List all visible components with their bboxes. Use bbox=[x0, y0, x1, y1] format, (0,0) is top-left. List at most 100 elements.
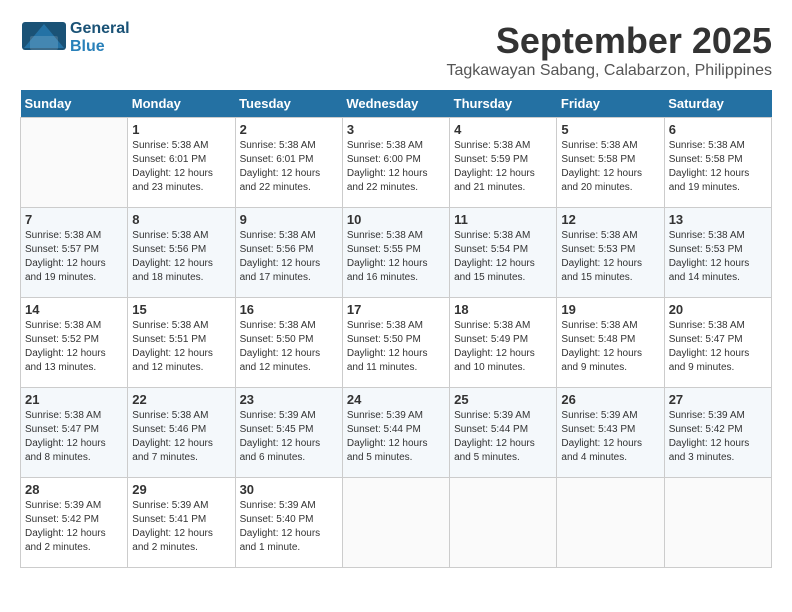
day-info: Sunrise: 5:39 AM Sunset: 5:40 PM Dayligh… bbox=[240, 499, 338, 555]
day-info: Sunrise: 5:39 AM Sunset: 5:42 PM Dayligh… bbox=[669, 409, 767, 465]
day-info: Sunrise: 5:39 AM Sunset: 5:41 PM Dayligh… bbox=[132, 499, 230, 555]
day-info: Sunrise: 5:38 AM Sunset: 5:53 PM Dayligh… bbox=[561, 229, 659, 285]
table-row: 11 Sunrise: 5:38 AM Sunset: 5:54 PM Dayli… bbox=[450, 208, 557, 298]
col-thursday: Thursday bbox=[450, 90, 557, 118]
col-friday: Friday bbox=[557, 90, 664, 118]
day-number: 7 bbox=[25, 212, 123, 227]
table-row: 23 Sunrise: 5:39 AM Sunset: 5:45 PM Dayli… bbox=[235, 388, 342, 478]
calendar-table: Sunday Monday Tuesday Wednesday Thursday… bbox=[20, 90, 772, 568]
table-row: 14Sunrise: 5:38 AM Sunset: 5:52 PM Dayli… bbox=[21, 298, 128, 388]
table-row: 27 Sunrise: 5:39 AM Sunset: 5:42 PM Dayli… bbox=[664, 388, 771, 478]
day-info: Sunrise: 5:38 AM Sunset: 6:01 PM Dayligh… bbox=[132, 139, 230, 195]
table-row bbox=[557, 478, 664, 568]
col-saturday: Saturday bbox=[664, 90, 771, 118]
table-row: 1 Sunrise: 5:38 AM Sunset: 6:01 PM Daylig… bbox=[128, 118, 235, 208]
table-row: 3Sunrise: 5:38 AM Sunset: 6:00 PM Daylig… bbox=[342, 118, 449, 208]
day-info: Sunrise: 5:38 AM Sunset: 5:52 PM Dayligh… bbox=[25, 319, 123, 375]
day-info: Sunrise: 5:38 AM Sunset: 5:56 PM Dayligh… bbox=[240, 229, 338, 285]
day-number: 27 bbox=[669, 392, 767, 407]
col-monday: Monday bbox=[128, 90, 235, 118]
day-info: Sunrise: 5:39 AM Sunset: 5:44 PM Dayligh… bbox=[454, 409, 552, 465]
day-number: 19 bbox=[561, 302, 659, 317]
logo-icon bbox=[20, 20, 68, 56]
table-row: 13 Sunrise: 5:38 AM Sunset: 5:53 PM Dayli… bbox=[664, 208, 771, 298]
table-row: 20Sunrise: 5:38 AM Sunset: 5:47 PM Dayli… bbox=[664, 298, 771, 388]
day-number: 28 bbox=[25, 482, 123, 497]
day-number: 5 bbox=[561, 122, 659, 137]
table-row bbox=[21, 118, 128, 208]
calendar-week-row: 14Sunrise: 5:38 AM Sunset: 5:52 PM Dayli… bbox=[21, 298, 772, 388]
day-number: 30 bbox=[240, 482, 338, 497]
day-info: Sunrise: 5:38 AM Sunset: 5:57 PM Dayligh… bbox=[25, 229, 123, 285]
day-number: 10 bbox=[347, 212, 445, 227]
day-info: Sunrise: 5:38 AM Sunset: 5:47 PM Dayligh… bbox=[25, 409, 123, 465]
day-info: Sunrise: 5:38 AM Sunset: 6:00 PM Dayligh… bbox=[347, 139, 445, 195]
day-number: 9 bbox=[240, 212, 338, 227]
day-number: 26 bbox=[561, 392, 659, 407]
table-row bbox=[664, 478, 771, 568]
day-info: Sunrise: 5:38 AM Sunset: 5:59 PM Dayligh… bbox=[454, 139, 552, 195]
calendar-week-row: 7 Sunrise: 5:38 AM Sunset: 5:57 PM Daylig… bbox=[21, 208, 772, 298]
table-row: 2Sunrise: 5:38 AM Sunset: 6:01 PM Daylig… bbox=[235, 118, 342, 208]
table-row: 17Sunrise: 5:38 AM Sunset: 5:50 PM Dayli… bbox=[342, 298, 449, 388]
day-number: 15 bbox=[132, 302, 230, 317]
day-number: 17 bbox=[347, 302, 445, 317]
day-number: 8 bbox=[132, 212, 230, 227]
day-number: 21 bbox=[25, 392, 123, 407]
table-row: 8 Sunrise: 5:38 AM Sunset: 5:56 PM Daylig… bbox=[128, 208, 235, 298]
day-number: 11 bbox=[454, 212, 552, 227]
day-number: 1 bbox=[132, 122, 230, 137]
table-row: 19 Sunrise: 5:38 AM Sunset: 5:48 PM Dayli… bbox=[557, 298, 664, 388]
day-number: 24 bbox=[347, 392, 445, 407]
day-info: Sunrise: 5:38 AM Sunset: 5:58 PM Dayligh… bbox=[669, 139, 767, 195]
logo-text-blue: Blue bbox=[70, 38, 130, 56]
day-info: Sunrise: 5:39 AM Sunset: 5:42 PM Dayligh… bbox=[25, 499, 123, 555]
col-wednesday: Wednesday bbox=[342, 90, 449, 118]
table-row: 26Sunrise: 5:39 AM Sunset: 5:43 PM Dayli… bbox=[557, 388, 664, 478]
day-number: 12 bbox=[561, 212, 659, 227]
page-header: September 2025 Tagkawayan Sabang, Calaba… bbox=[20, 20, 772, 80]
table-row: 15 Sunrise: 5:38 AM Sunset: 5:51 PM Dayli… bbox=[128, 298, 235, 388]
table-row: 7 Sunrise: 5:38 AM Sunset: 5:57 PM Daylig… bbox=[21, 208, 128, 298]
table-row: 25 Sunrise: 5:39 AM Sunset: 5:44 PM Dayli… bbox=[450, 388, 557, 478]
day-number: 23 bbox=[240, 392, 338, 407]
month-title: September 2025 bbox=[20, 20, 772, 62]
day-info: Sunrise: 5:39 AM Sunset: 5:44 PM Dayligh… bbox=[347, 409, 445, 465]
day-info: Sunrise: 5:38 AM Sunset: 5:51 PM Dayligh… bbox=[132, 319, 230, 375]
table-row: 12 Sunrise: 5:38 AM Sunset: 5:53 PM Dayli… bbox=[557, 208, 664, 298]
day-info: Sunrise: 5:38 AM Sunset: 5:53 PM Dayligh… bbox=[669, 229, 767, 285]
day-info: Sunrise: 5:38 AM Sunset: 5:50 PM Dayligh… bbox=[240, 319, 338, 375]
day-number: 22 bbox=[132, 392, 230, 407]
day-info: Sunrise: 5:38 AM Sunset: 5:48 PM Dayligh… bbox=[561, 319, 659, 375]
calendar-week-row: 21 Sunrise: 5:38 AM Sunset: 5:47 PM Dayli… bbox=[21, 388, 772, 478]
table-row: 18 Sunrise: 5:38 AM Sunset: 5:49 PM Dayli… bbox=[450, 298, 557, 388]
day-number: 25 bbox=[454, 392, 552, 407]
day-number: 13 bbox=[669, 212, 767, 227]
day-number: 29 bbox=[132, 482, 230, 497]
logo: General Blue bbox=[20, 20, 130, 56]
day-info: Sunrise: 5:38 AM Sunset: 5:54 PM Dayligh… bbox=[454, 229, 552, 285]
table-row: 5 Sunrise: 5:38 AM Sunset: 5:58 PM Daylig… bbox=[557, 118, 664, 208]
col-tuesday: Tuesday bbox=[235, 90, 342, 118]
day-info: Sunrise: 5:38 AM Sunset: 5:46 PM Dayligh… bbox=[132, 409, 230, 465]
col-sunday: Sunday bbox=[21, 90, 128, 118]
table-row: 22 Sunrise: 5:38 AM Sunset: 5:46 PM Dayli… bbox=[128, 388, 235, 478]
day-info: Sunrise: 5:38 AM Sunset: 6:01 PM Dayligh… bbox=[240, 139, 338, 195]
table-row: 30 Sunrise: 5:39 AM Sunset: 5:40 PM Dayli… bbox=[235, 478, 342, 568]
day-number: 4 bbox=[454, 122, 552, 137]
calendar-week-row: 28 Sunrise: 5:39 AM Sunset: 5:42 PM Dayli… bbox=[21, 478, 772, 568]
day-info: Sunrise: 5:39 AM Sunset: 5:45 PM Dayligh… bbox=[240, 409, 338, 465]
table-row: 10Sunrise: 5:38 AM Sunset: 5:55 PM Dayli… bbox=[342, 208, 449, 298]
table-row bbox=[450, 478, 557, 568]
day-info: Sunrise: 5:38 AM Sunset: 5:58 PM Dayligh… bbox=[561, 139, 659, 195]
table-row: 4 Sunrise: 5:38 AM Sunset: 5:59 PM Daylig… bbox=[450, 118, 557, 208]
table-row: 9 Sunrise: 5:38 AM Sunset: 5:56 PM Daylig… bbox=[235, 208, 342, 298]
day-info: Sunrise: 5:38 AM Sunset: 5:56 PM Dayligh… bbox=[132, 229, 230, 285]
table-row bbox=[342, 478, 449, 568]
calendar-week-row: 1 Sunrise: 5:38 AM Sunset: 6:01 PM Daylig… bbox=[21, 118, 772, 208]
day-info: Sunrise: 5:38 AM Sunset: 5:49 PM Dayligh… bbox=[454, 319, 552, 375]
table-row: 21 Sunrise: 5:38 AM Sunset: 5:47 PM Dayli… bbox=[21, 388, 128, 478]
day-number: 18 bbox=[454, 302, 552, 317]
day-number: 16 bbox=[240, 302, 338, 317]
calendar-header-row: Sunday Monday Tuesday Wednesday Thursday… bbox=[21, 90, 772, 118]
